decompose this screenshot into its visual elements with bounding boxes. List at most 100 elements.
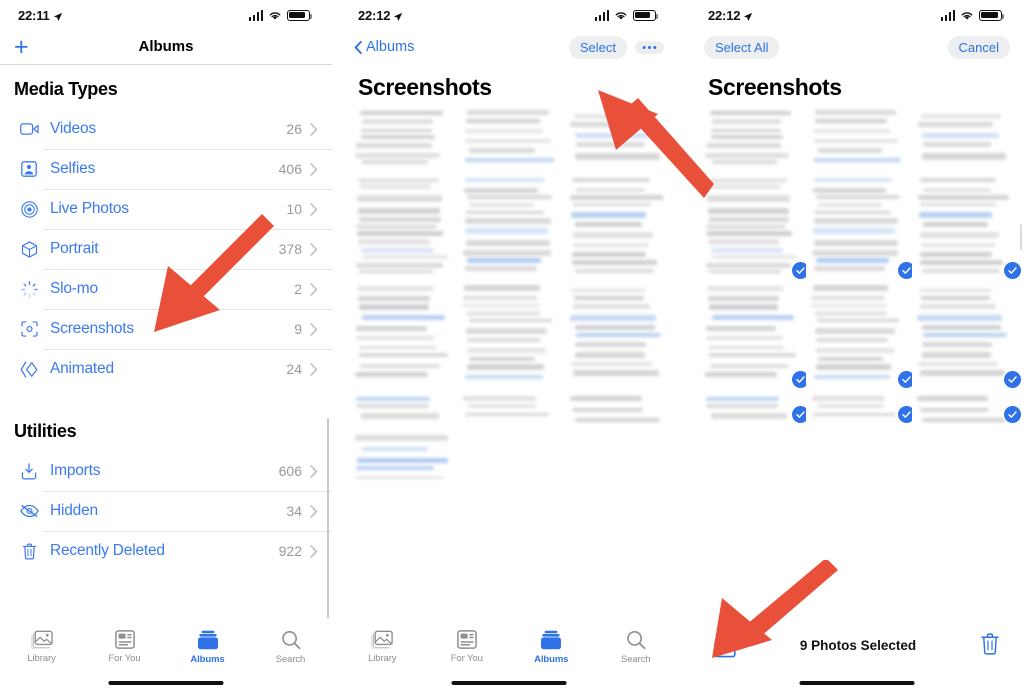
tab-label: For You — [450, 653, 483, 664]
photo-cell[interactable] — [350, 390, 454, 426]
status-indicators — [940, 9, 1005, 21]
selection-navbar: Select All Cancel — [690, 30, 1024, 64]
library-photos-icon — [30, 630, 53, 649]
thumbnail-image — [912, 106, 1014, 168]
photo-cell[interactable] — [350, 281, 454, 386]
tab-bar-items: Library For You Albums Search — [0, 618, 332, 665]
thumbnail-image — [564, 281, 668, 386]
photo-cell[interactable] — [806, 172, 915, 279]
slo-mo-icon — [16, 280, 42, 298]
photo-cell[interactable] — [457, 390, 561, 426]
chevron-right-icon — [310, 322, 318, 336]
photo-cell[interactable] — [350, 172, 454, 277]
thumbnail-image — [806, 172, 908, 277]
chevron-right-icon — [310, 362, 318, 376]
list-item-label: Live Photos — [50, 200, 129, 217]
photo-cell[interactable] — [806, 281, 915, 388]
share-button[interactable] — [714, 632, 736, 663]
photo-cell[interactable] — [564, 172, 668, 277]
list-item-count: 406 — [278, 161, 302, 177]
add-album-button[interactable]: + — [14, 34, 29, 60]
tab-for-you[interactable]: For You — [436, 630, 498, 664]
photo-cell[interactable] — [912, 106, 1014, 168]
chevron-right-icon — [310, 464, 318, 478]
list-item-recently-deleted[interactable]: Recently Deleted 922 — [0, 531, 332, 571]
chevron-left-icon — [354, 40, 362, 54]
tab-search[interactable]: Search — [260, 630, 322, 665]
list-item-label: Videos — [50, 120, 96, 137]
photo-cell[interactable] — [564, 106, 668, 168]
photo-cell[interactable] — [700, 390, 809, 426]
more-options-button[interactable] — [635, 40, 664, 54]
select-button[interactable]: Select — [568, 35, 627, 59]
tab-albums[interactable]: Albums — [177, 630, 239, 665]
tab-library[interactable]: Library — [11, 630, 73, 664]
photo-thumbnail — [457, 390, 561, 426]
photo-cell[interactable] — [350, 106, 454, 168]
list-item-label: Animated — [50, 360, 114, 377]
home-indicator — [799, 680, 915, 685]
list-item-label: Imports — [50, 462, 101, 479]
cancel-button[interactable]: Cancel — [947, 35, 1010, 59]
photo-cell[interactable] — [457, 172, 561, 277]
tab-search[interactable]: Search — [605, 630, 667, 665]
section-heading-utilities: Utilities — [14, 421, 77, 441]
location-arrow-icon — [393, 10, 403, 22]
selection-checkmark-icon[interactable] — [1004, 406, 1021, 423]
scrollbar-indicator[interactable] — [326, 418, 329, 630]
eye-slash-icon — [16, 504, 42, 518]
photo-cell[interactable] — [350, 430, 454, 490]
photo-cell[interactable] — [564, 281, 668, 386]
thumbnail-image — [806, 390, 908, 426]
list-item-slo-mo[interactable]: Slo-mo 2 — [0, 269, 332, 309]
photo-cell[interactable] — [457, 106, 561, 168]
list-item-selfies[interactable]: Selfies 406 — [0, 149, 332, 189]
photo-cell[interactable] — [806, 106, 908, 168]
photo-cell[interactable] — [564, 390, 668, 426]
photo-thumbnail — [564, 281, 668, 386]
list-item-count: 26 — [286, 121, 302, 137]
back-to-albums-button[interactable]: Albums — [354, 39, 414, 55]
photo-cell[interactable] — [700, 172, 809, 279]
thumbnail-image — [564, 172, 668, 277]
photo-cell[interactable] — [806, 390, 915, 426]
chevron-right-icon — [310, 544, 318, 558]
list-item-animated[interactable]: Animated 24 — [0, 349, 332, 389]
list-item-screenshots[interactable]: Screenshots 9 — [0, 309, 332, 349]
photo-thumbnail — [564, 106, 668, 168]
status-time: 22:12 — [358, 7, 391, 23]
live-photo-icon — [16, 200, 42, 218]
battery-icon — [287, 9, 313, 21]
status-bar: 22:12 — [690, 0, 1024, 30]
cellular-bars-icon — [940, 9, 955, 21]
albums-box-icon — [197, 630, 218, 650]
select-all-button[interactable]: Select All — [704, 35, 780, 59]
tab-label: For You — [108, 653, 141, 664]
photo-cell[interactable] — [700, 281, 809, 388]
tab-library[interactable]: Library — [351, 630, 413, 664]
list-item-imports[interactable]: Imports 606 — [0, 451, 332, 491]
selection-checkmark-icon[interactable] — [1004, 371, 1021, 388]
list-item-portrait[interactable]: Portrait 378 — [0, 229, 332, 269]
battery-icon — [979, 9, 1005, 21]
photo-thumbnail — [350, 106, 454, 168]
tab-albums[interactable]: Albums — [520, 630, 582, 665]
list-item-count: 24 — [286, 361, 302, 377]
list-item-live-photos[interactable]: Live Photos 10 — [0, 189, 332, 229]
screenshots-navbar: Albums Select — [340, 30, 678, 64]
photo-cell[interactable] — [457, 281, 561, 386]
chevron-right-icon — [310, 282, 318, 296]
selection-checkmark-icon[interactable] — [1004, 262, 1021, 279]
photo-cell[interactable] — [912, 390, 1021, 426]
tab-for-you[interactable]: For You — [94, 630, 156, 664]
list-item-hidden[interactable]: Hidden 34 — [0, 491, 332, 531]
photo-cell[interactable] — [912, 281, 1021, 388]
tab-label: Search — [275, 654, 306, 665]
scrollbar-indicator[interactable] — [1019, 224, 1022, 250]
photo-thumbnail — [457, 281, 561, 386]
photo-cell[interactable] — [700, 106, 802, 168]
photo-cell[interactable] — [912, 172, 1021, 279]
delete-button[interactable] — [980, 632, 1000, 661]
screenshot-stage: 22:11 + Albums Media Types Videos 26 Sel… — [0, 0, 1024, 698]
list-item-videos[interactable]: Videos 26 — [0, 109, 332, 149]
